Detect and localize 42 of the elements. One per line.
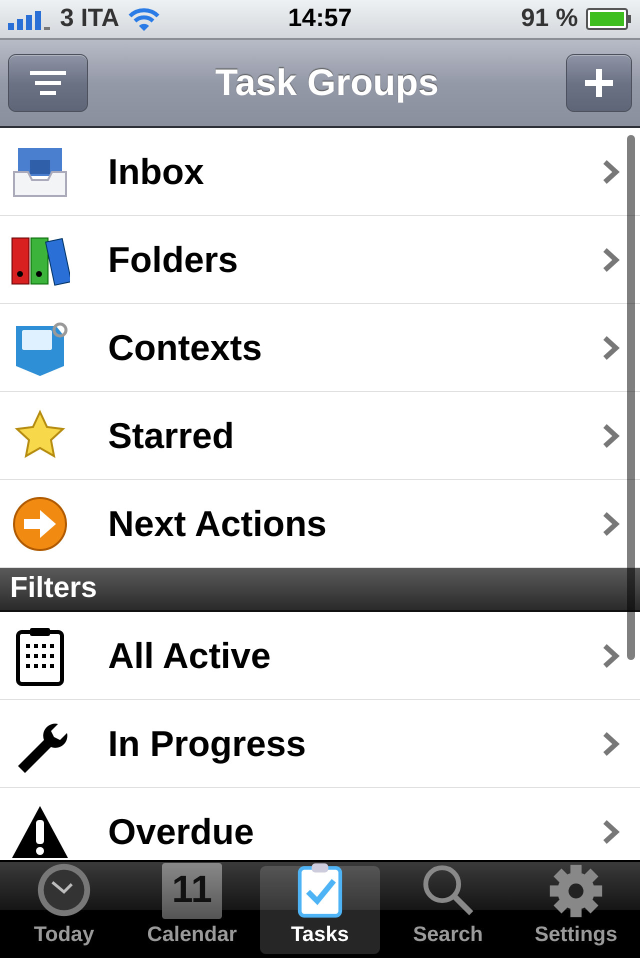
list-row[interactable]: Contexts: [0, 304, 640, 392]
add-button[interactable]: [566, 54, 632, 112]
clipboard-check-icon: [297, 860, 343, 918]
list-row[interactable]: All Active: [0, 612, 640, 700]
chevron-icon: [602, 422, 620, 448]
chevron-icon: [602, 510, 620, 536]
calendar-icon: 11: [162, 862, 222, 918]
row-label: All Active: [108, 634, 272, 678]
list-row[interactable]: In Progress: [0, 700, 640, 788]
chevron-icon: [602, 158, 620, 184]
scrollbar[interactable]: [627, 135, 635, 660]
row-label: Next Actions: [108, 502, 328, 546]
chevron-icon: [602, 642, 620, 668]
row-label: Overdue: [108, 810, 256, 854]
row-label: In Progress: [108, 722, 308, 766]
clock-time: 14:57: [287, 3, 353, 34]
tab-item[interactable]: Search: [388, 866, 508, 954]
row-label: Inbox: [108, 150, 205, 194]
menu-icon: [30, 71, 66, 95]
chevron-icon: [602, 246, 620, 272]
list-row[interactable]: Inbox: [0, 128, 640, 216]
chevron-icon: [602, 730, 620, 756]
wifi-icon: [127, 6, 162, 32]
battery-icon: [586, 8, 632, 30]
battery-percent: 91 %: [521, 3, 578, 34]
tab-item[interactable]: Today: [4, 866, 124, 954]
gear-icon: [548, 862, 604, 918]
row-label: Contexts: [108, 326, 264, 370]
tab-item[interactable]: Settings: [516, 866, 636, 954]
list-row[interactable]: Folders: [0, 216, 640, 304]
section-header: Filters: [0, 568, 640, 612]
list-row[interactable]: Starred: [0, 392, 640, 480]
signal-icon: [8, 8, 52, 30]
tab-item[interactable]: Tasks: [260, 866, 380, 954]
chevron-icon: [602, 818, 620, 844]
plus-icon: [585, 69, 613, 97]
screen-title: Task Groups: [215, 61, 439, 106]
menu-button[interactable]: [8, 54, 88, 112]
carrier-name: 3 ITA: [60, 3, 120, 34]
row-label: Folders: [108, 238, 240, 282]
row-label: Starred: [108, 414, 236, 458]
chevron-icon: [602, 334, 620, 360]
